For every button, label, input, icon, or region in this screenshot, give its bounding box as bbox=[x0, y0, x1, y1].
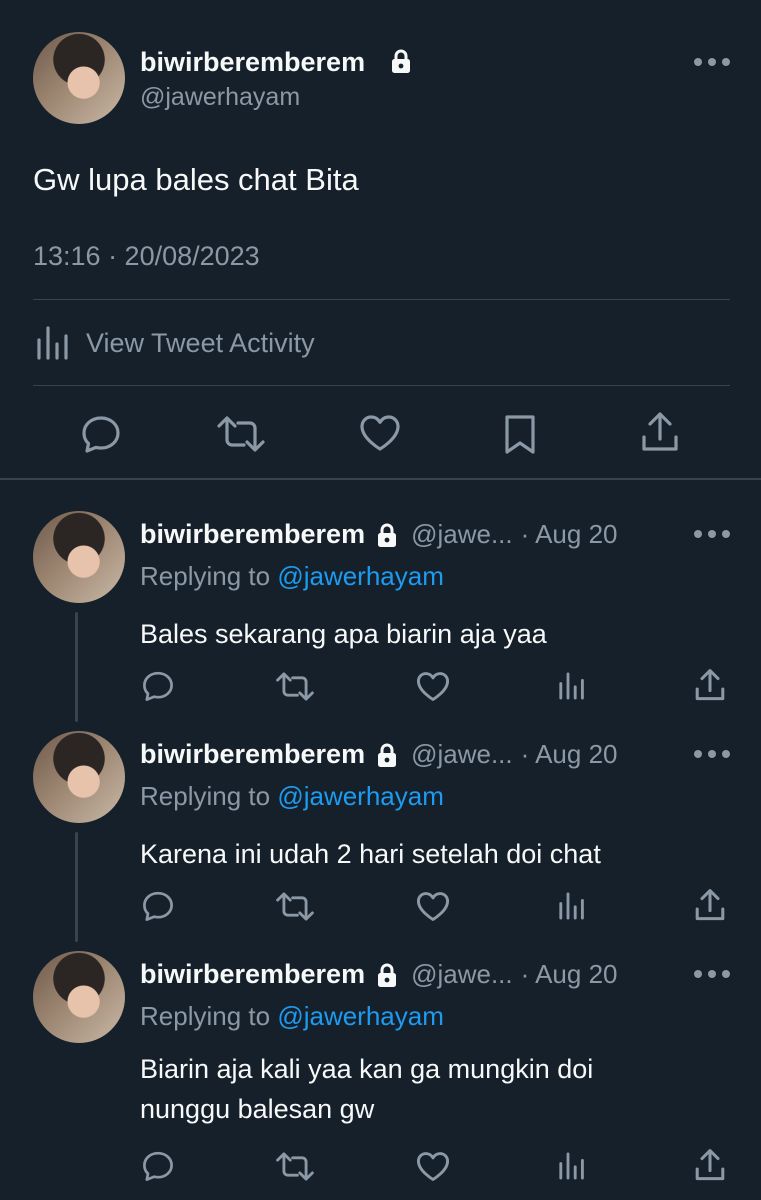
lock-icon bbox=[375, 522, 399, 548]
reply-text: Karena ini udah 2 hari setelah doi chat bbox=[140, 834, 601, 874]
reply-icon[interactable] bbox=[141, 890, 175, 922]
divider bbox=[33, 299, 730, 300]
display-name[interactable]: biwirberemberem bbox=[140, 739, 365, 770]
avatar[interactable] bbox=[33, 511, 125, 603]
replying-to-handle[interactable]: @jawerhayam bbox=[277, 781, 444, 811]
handle[interactable]: @jawe... bbox=[411, 739, 513, 770]
tweet-timestamp[interactable]: 13:16 · 20/08/2023 bbox=[33, 241, 260, 272]
more-icon[interactable] bbox=[694, 750, 730, 758]
more-icon[interactable] bbox=[694, 970, 730, 978]
reply-text-line: Karena ini udah 2 hari setelah doi chat bbox=[140, 839, 601, 869]
tweet-text: Gw lupa bales chat Bita bbox=[33, 162, 359, 197]
like-icon[interactable] bbox=[416, 1151, 450, 1182]
replying-to-label: Replying to bbox=[140, 781, 271, 811]
display-name[interactable]: biwirberemberem bbox=[140, 519, 365, 550]
reply-icon[interactable] bbox=[141, 1150, 175, 1182]
lock-icon bbox=[389, 48, 413, 74]
reply-icon[interactable] bbox=[80, 414, 122, 454]
share-icon[interactable] bbox=[694, 888, 726, 922]
avatar[interactable] bbox=[33, 32, 125, 124]
replying-to-label: Replying to bbox=[140, 1001, 271, 1031]
share-icon[interactable] bbox=[640, 411, 680, 453]
handle[interactable]: @jawe... bbox=[411, 959, 513, 990]
reply-text-line: Bales sekarang apa biarin aja yaa bbox=[140, 619, 547, 649]
view-tweet-activity-label: View Tweet Activity bbox=[86, 327, 315, 358]
tweet-date[interactable]: · Aug 20 bbox=[521, 739, 618, 770]
tweet-date[interactable]: · Aug 20 bbox=[521, 519, 618, 550]
analytics-icon[interactable] bbox=[556, 670, 588, 702]
divider bbox=[33, 385, 730, 386]
analytics-icon[interactable] bbox=[556, 890, 588, 922]
analytics-icon[interactable] bbox=[556, 1150, 588, 1182]
display-name[interactable]: biwirberemberem bbox=[140, 47, 365, 78]
like-icon[interactable] bbox=[416, 891, 450, 922]
reply-icon[interactable] bbox=[141, 670, 175, 702]
handle[interactable]: @jawerhayam bbox=[140, 83, 300, 112]
lock-icon bbox=[375, 742, 399, 768]
share-icon[interactable] bbox=[694, 1148, 726, 1182]
thread-line bbox=[75, 612, 78, 722]
retweet-icon[interactable] bbox=[276, 892, 314, 921]
reply-text-line: nunggu balesan gw bbox=[140, 1094, 375, 1124]
handle[interactable]: @jawe... bbox=[411, 519, 513, 550]
avatar[interactable] bbox=[33, 951, 125, 1043]
view-tweet-activity-link[interactable]: View Tweet Activity bbox=[33, 324, 315, 362]
bookmark-icon[interactable] bbox=[503, 413, 537, 455]
tweet-date[interactable]: · Aug 20 bbox=[521, 959, 618, 990]
reply-text-line: Biarin aja kali yaa kan ga mungkin doi bbox=[140, 1054, 594, 1084]
more-icon[interactable] bbox=[694, 58, 730, 66]
analytics-icon bbox=[33, 324, 73, 362]
replying-to-handle[interactable]: @jawerhayam bbox=[277, 561, 444, 591]
share-icon[interactable] bbox=[694, 668, 726, 702]
display-name[interactable]: biwirberemberem bbox=[140, 959, 365, 990]
retweet-icon[interactable] bbox=[217, 416, 265, 452]
avatar[interactable] bbox=[33, 731, 125, 823]
reply-text: Biarin aja kali yaa kan ga mungkin doi n… bbox=[140, 1049, 593, 1129]
section-separator bbox=[0, 478, 761, 480]
thread-line bbox=[75, 832, 78, 942]
retweet-icon[interactable] bbox=[276, 1152, 314, 1181]
replying-to-label: Replying to bbox=[140, 561, 271, 591]
replying-to-handle[interactable]: @jawerhayam bbox=[277, 1001, 444, 1031]
like-icon[interactable] bbox=[416, 671, 450, 702]
reply-text: Bales sekarang apa biarin aja yaa bbox=[140, 614, 547, 654]
more-icon[interactable] bbox=[694, 530, 730, 538]
lock-icon bbox=[375, 962, 399, 988]
retweet-icon[interactable] bbox=[276, 672, 314, 701]
like-icon[interactable] bbox=[359, 414, 401, 452]
